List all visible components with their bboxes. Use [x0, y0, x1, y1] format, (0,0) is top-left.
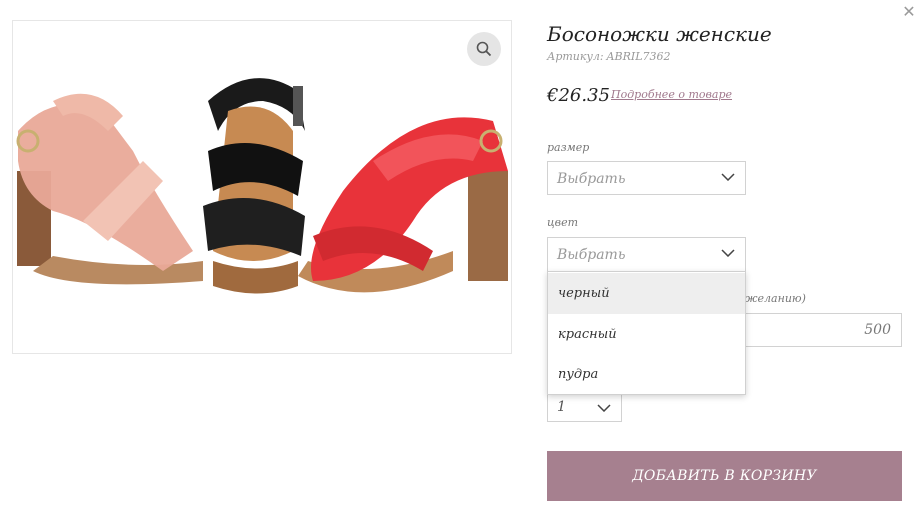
- product-title: Босоножки женские: [547, 22, 772, 46]
- size-select[interactable]: Выбрать: [547, 161, 746, 195]
- pink-sandal: [16, 93, 203, 285]
- chevron-down-icon: [721, 249, 735, 257]
- product-price: €26.35: [547, 85, 610, 106]
- search-icon: [476, 41, 492, 57]
- quantity-value: 1: [557, 399, 566, 415]
- red-sandal: [298, 117, 508, 293]
- sku-label: Артикул:: [547, 50, 604, 63]
- product-image: [16, 78, 508, 294]
- sku-value: ABRIL7362: [606, 50, 671, 63]
- black-sandal: [203, 78, 305, 294]
- close-icon[interactable]: ✕: [901, 4, 917, 20]
- color-select[interactable]: Выбрать: [547, 237, 746, 272]
- color-option-red[interactable]: красный: [548, 314, 745, 355]
- color-option-powder[interactable]: пудра: [548, 354, 745, 395]
- add-to-cart-button[interactable]: ДОБАВИТЬ В КОРЗИНУ: [547, 451, 902, 501]
- size-select-value: Выбрать: [557, 171, 626, 187]
- color-select-value: Выбрать: [557, 247, 626, 263]
- chevron-down-icon: [597, 404, 611, 412]
- more-info-link[interactable]: Подробнее о товаре: [611, 88, 732, 101]
- color-label: цвет: [547, 216, 579, 229]
- size-label: размер: [547, 141, 590, 154]
- amount-label-partial: желанию): [745, 292, 806, 305]
- color-option-black[interactable]: черный: [548, 273, 745, 314]
- product-sku: Артикул: ABRIL7362: [547, 50, 671, 63]
- zoom-button[interactable]: [467, 32, 501, 66]
- quantity-select[interactable]: 1: [547, 392, 622, 422]
- product-image-gallery[interactable]: [12, 20, 512, 354]
- chevron-down-icon: [721, 173, 735, 181]
- color-dropdown-menu: черный красный пудра: [547, 271, 746, 395]
